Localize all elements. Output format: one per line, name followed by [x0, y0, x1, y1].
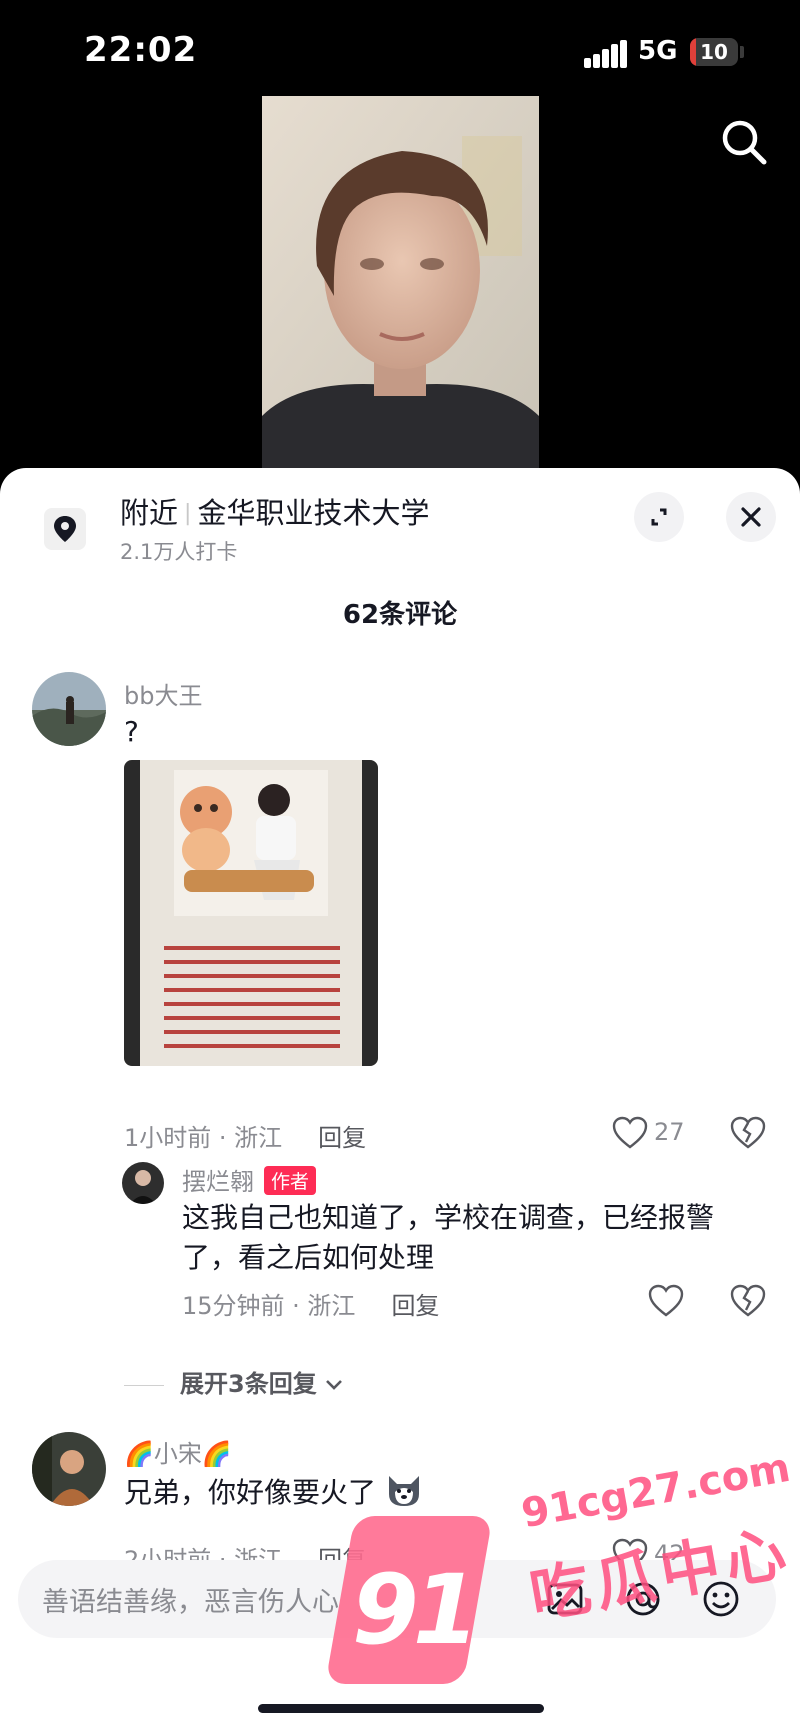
location-prefix: 附近	[120, 496, 179, 530]
comment-sheet: 附近 | 金华职业技术大学 2.1万人打卡 62条评论 bb大王 ? 1小时前 …	[0, 468, 800, 1733]
battery-level: 10	[700, 40, 728, 64]
broken-heart-icon[interactable]	[730, 1284, 766, 1318]
heart-icon[interactable]	[648, 1284, 684, 1318]
reply-button[interactable]: 回复	[318, 1124, 366, 1152]
battery-icon: 10	[690, 38, 738, 66]
location-separator: |	[184, 501, 192, 526]
comment-image[interactable]	[124, 760, 378, 1066]
comment-username[interactable]: bb大王	[124, 676, 202, 711]
close-button[interactable]	[726, 492, 776, 542]
location-name: 金华职业技术大学	[197, 496, 430, 530]
comment-text: ?	[124, 715, 139, 748]
comment-meta: 1小时前 · 浙江 回复	[124, 1118, 366, 1153]
expand-icon	[651, 508, 667, 526]
expand-replies-button[interactable]: 展开3条回复	[124, 1364, 344, 1399]
signal-icon	[584, 40, 628, 68]
reply-meta: 15分钟前 · 浙江 回复	[182, 1286, 439, 1321]
expand-replies-label: 展开3条回复	[180, 1370, 317, 1398]
battery-cap	[740, 46, 744, 58]
comment-count: 62条评论	[342, 600, 458, 630]
video-preview[interactable]	[262, 96, 539, 468]
location-pin-icon	[44, 508, 86, 550]
watermark-number: 91	[352, 1554, 480, 1666]
avatar[interactable]	[32, 672, 106, 746]
expand-button[interactable]	[634, 492, 684, 542]
broken-heart-icon[interactable]	[730, 1116, 766, 1150]
husky-emoji-icon	[388, 1476, 419, 1506]
comment-text: 兄弟，你好像要火了	[124, 1476, 377, 1509]
search-icon[interactable]	[716, 114, 772, 170]
location-checkins: 2.1万人打卡	[120, 540, 238, 564]
close-icon	[741, 507, 761, 527]
comment-username[interactable]: 🌈小宋🌈	[124, 1434, 232, 1469]
author-badge: 作者	[264, 1166, 317, 1195]
location-title[interactable]: 附近 | 金华职业技术大学	[120, 490, 429, 532]
comment-time-location: 1小时前 · 浙江	[124, 1124, 283, 1152]
status-time: 22:02	[84, 30, 198, 70]
avatar[interactable]	[122, 1162, 164, 1204]
reply-username[interactable]: 摆烂翱	[182, 1168, 254, 1196]
like-count: 27	[654, 1118, 685, 1146]
comment-text-row: 兄弟，你好像要火了	[124, 1472, 423, 1513]
network-type: 5G	[638, 36, 678, 66]
divider-line	[124, 1384, 164, 1386]
status-bar: 22:02 5G 10	[0, 0, 800, 100]
comment-input-placeholder: 善语结善缘，恶言伤人心	[42, 1587, 339, 1618]
reply-button[interactable]: 回复	[391, 1292, 439, 1320]
chevron-down-icon	[326, 1380, 343, 1390]
avatar[interactable]	[32, 1432, 106, 1506]
reply-time-location: 15分钟前 · 浙江	[182, 1292, 356, 1320]
reply-username-row: 摆烂翱 作者	[182, 1162, 317, 1197]
home-indicator[interactable]	[258, 1704, 544, 1713]
heart-icon[interactable]	[612, 1116, 648, 1150]
reply-text: 这我自己也知道了，学校在调查，已经报警了，看之后如何处理	[182, 1201, 715, 1274]
